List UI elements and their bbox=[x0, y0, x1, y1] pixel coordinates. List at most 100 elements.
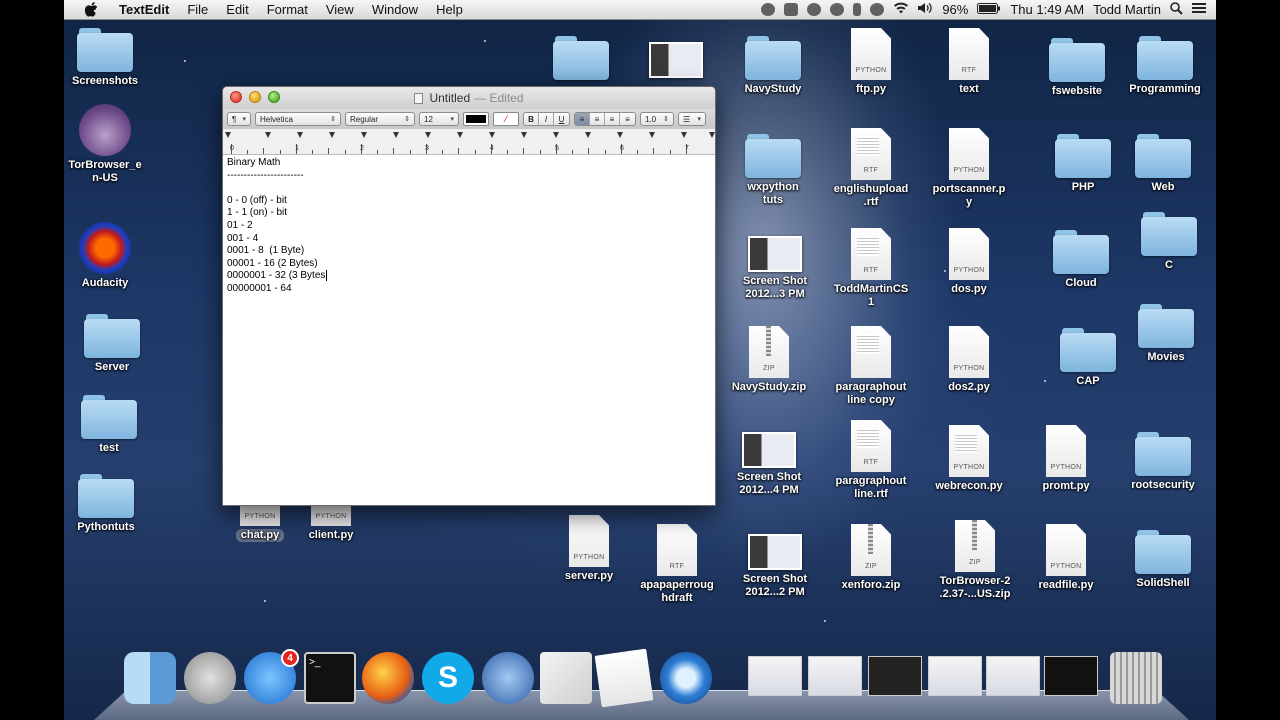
desktop-icon-pythontuts[interactable]: Pythontuts bbox=[64, 474, 151, 534]
app-store-icon[interactable]: 4 bbox=[244, 649, 299, 704]
desktop-icon-dos-py[interactable]: PYTHON dos.py bbox=[924, 228, 1014, 296]
tab-stop-icon[interactable] bbox=[297, 132, 303, 138]
ruler[interactable]: 0 1 2 3 4 5 6 7 bbox=[223, 129, 715, 155]
wifi-icon[interactable] bbox=[893, 2, 909, 17]
desktop-icon-web[interactable]: Web bbox=[1118, 134, 1208, 194]
close-button[interactable] bbox=[230, 91, 242, 103]
minimized-window-thumbnail[interactable] bbox=[748, 656, 802, 696]
desktop-icon-audacity[interactable]: Audacity bbox=[64, 222, 150, 290]
terminal-icon[interactable]: >_ bbox=[304, 652, 356, 704]
italic-button[interactable]: I bbox=[539, 113, 554, 125]
desktop-icon-promt[interactable]: PYTHON promt.py bbox=[1021, 425, 1111, 493]
check-icon[interactable] bbox=[807, 3, 822, 16]
textedit-icon[interactable] bbox=[594, 648, 654, 708]
minimize-button[interactable] bbox=[249, 91, 261, 103]
tab-stop-icon[interactable] bbox=[425, 132, 431, 138]
font-style-popup[interactable]: Regular ⇕ bbox=[345, 112, 415, 126]
desktop-icon-fswebsite[interactable]: fswebsite bbox=[1032, 38, 1122, 98]
user-menu[interactable]: Todd Martin bbox=[1093, 2, 1161, 17]
desktop-icon-text[interactable]: RTF text bbox=[924, 28, 1014, 96]
desktop-icon-programming[interactable]: Programming bbox=[1120, 36, 1210, 96]
desktop-icon-screenshot-3pm[interactable]: Screen Shot 2012...3 PM bbox=[730, 236, 820, 301]
menu-edit[interactable]: Edit bbox=[217, 0, 257, 20]
bluetooth-icon[interactable] bbox=[853, 3, 862, 16]
desktop-icon-readfile[interactable]: PYTHON readfile.py bbox=[1021, 524, 1111, 592]
right-margin-marker-icon[interactable] bbox=[709, 132, 715, 138]
align-left-icon[interactable]: ≡ bbox=[575, 113, 590, 125]
desktop-icon-toddmartincs1[interactable]: RTF ToddMartinCS 1 bbox=[826, 228, 916, 309]
cup-icon[interactable] bbox=[761, 3, 776, 16]
align-justify-icon[interactable]: ≡ bbox=[620, 113, 635, 125]
notification-center-icon[interactable] bbox=[1192, 2, 1206, 17]
skype-icon[interactable]: S bbox=[422, 652, 474, 704]
volume-icon[interactable] bbox=[918, 2, 933, 17]
desktop-icon-screenshots[interactable]: Screenshots bbox=[64, 28, 150, 88]
desktop-icon-solidshell[interactable]: SolidShell bbox=[1118, 530, 1208, 590]
minimized-window-thumbnail[interactable] bbox=[928, 656, 982, 696]
battery-percent[interactable]: 96% bbox=[942, 2, 968, 17]
window-titlebar[interactable]: Untitled — Edited bbox=[223, 87, 715, 109]
desktop-icon-webrecon[interactable]: PYTHON webrecon.py bbox=[924, 425, 1014, 493]
minimized-window-thumbnail[interactable] bbox=[868, 656, 922, 696]
desktop-icon-screenshot-4pm[interactable]: Screen Shot 2012...4 PM bbox=[724, 432, 814, 497]
time-machine-icon[interactable] bbox=[870, 3, 885, 16]
desktop-icon-apapaperroughdraft[interactable]: RTF apapaperroug hdraft bbox=[632, 524, 722, 605]
battery-icon[interactable] bbox=[977, 2, 1001, 17]
tab-stop-icon[interactable] bbox=[329, 132, 335, 138]
document-text-area[interactable]: Binary Math ----------------------- 0 - … bbox=[223, 155, 715, 298]
clock[interactable]: Thu 1:49 AM bbox=[1010, 2, 1084, 17]
desktop-icon-screenshot-unlabeled[interactable] bbox=[631, 42, 721, 78]
line-spacing-popup[interactable]: 1.0 ⇕ bbox=[640, 112, 674, 126]
desktop-icon-xenforo-zip[interactable]: ZIP xenforo.zip bbox=[826, 524, 916, 592]
desktop-icon-paragraphoutline-rtf[interactable]: RTF paragraphout line.rtf bbox=[826, 420, 916, 501]
finder-icon[interactable] bbox=[124, 652, 176, 704]
tab-stop-icon[interactable] bbox=[617, 132, 623, 138]
desktop-icon-screenshot-2pm[interactable]: Screen Shot 2012...2 PM bbox=[730, 534, 820, 599]
desktop-icon-server-py[interactable]: PYTHON server.py bbox=[544, 515, 634, 583]
font-family-popup[interactable]: Helvetica ⇕ bbox=[255, 112, 341, 126]
highlight-color-well[interactable]: ⁄ bbox=[493, 112, 519, 126]
document-proxy-icon[interactable] bbox=[414, 92, 424, 104]
tab-stop-icon[interactable] bbox=[681, 132, 687, 138]
underline-button[interactable]: U bbox=[554, 113, 569, 125]
tab-stop-icon[interactable] bbox=[393, 132, 399, 138]
desktop-icon-torbrowser-zip[interactable]: ZIP TorBrowser-2 .2.37-...US.zip bbox=[930, 520, 1020, 601]
launchpad-icon[interactable] bbox=[184, 652, 236, 704]
tab-stop-icon[interactable] bbox=[553, 132, 559, 138]
desktop-icon-folder-unlabeled[interactable] bbox=[536, 36, 626, 80]
tab-stop-icon[interactable] bbox=[265, 132, 271, 138]
align-center-icon[interactable]: ≡ bbox=[590, 113, 605, 125]
desktop-icon-paragraphoutline-copy[interactable]: paragraphout line copy bbox=[826, 326, 916, 407]
font-size-combo[interactable]: 12 ▾ bbox=[419, 112, 459, 126]
desktop-icon-test[interactable]: test bbox=[64, 395, 154, 455]
minimized-window-thumbnail[interactable] bbox=[1044, 656, 1098, 696]
desktop-icon-dos2-py[interactable]: PYTHON dos2.py bbox=[924, 326, 1014, 394]
app-menu[interactable]: TextEdit bbox=[110, 0, 178, 20]
desktop-icon-portscanner[interactable]: PYTHON portscanner.p y bbox=[924, 128, 1014, 209]
desktop-icon-rootsecurity[interactable]: rootsecurity bbox=[1118, 432, 1208, 492]
desktop-icon-englishupload[interactable]: RTF englishupload .rtf bbox=[826, 128, 916, 209]
list-bullets-popup[interactable]: ☰ ▾ bbox=[678, 112, 706, 126]
spotlight-search-icon[interactable] bbox=[1170, 1, 1183, 18]
align-right-icon[interactable]: ≡ bbox=[605, 113, 620, 125]
menu-file[interactable]: File bbox=[178, 0, 217, 20]
tab-stop-icon[interactable] bbox=[521, 132, 527, 138]
thunderbird-icon[interactable] bbox=[482, 652, 534, 704]
trash-icon[interactable] bbox=[1110, 652, 1162, 704]
minimized-window-thumbnail[interactable] bbox=[808, 656, 862, 696]
tab-stop-icon[interactable] bbox=[361, 132, 367, 138]
desktop-icon-navystudy[interactable]: NavyStudy bbox=[728, 36, 818, 96]
desktop-icon-c[interactable]: C bbox=[1124, 212, 1214, 272]
menu-view[interactable]: View bbox=[317, 0, 363, 20]
firefox-icon[interactable] bbox=[362, 652, 414, 704]
desktop-icon-navystudy-zip[interactable]: ZIP NavyStudy.zip bbox=[724, 326, 814, 394]
apple-menu-icon[interactable] bbox=[82, 2, 100, 18]
desktop-icon-movies[interactable]: Movies bbox=[1121, 304, 1211, 364]
desktop-icon-cap[interactable]: CAP bbox=[1043, 328, 1133, 388]
tab-stop-icon[interactable] bbox=[585, 132, 591, 138]
menu-help[interactable]: Help bbox=[427, 0, 472, 20]
zoom-button[interactable] bbox=[268, 91, 280, 103]
desktop-icon-wxpython[interactable]: wxpython tuts bbox=[728, 134, 818, 207]
text-color-well[interactable] bbox=[463, 112, 489, 126]
desktop-icon-php[interactable]: PHP bbox=[1038, 134, 1128, 194]
